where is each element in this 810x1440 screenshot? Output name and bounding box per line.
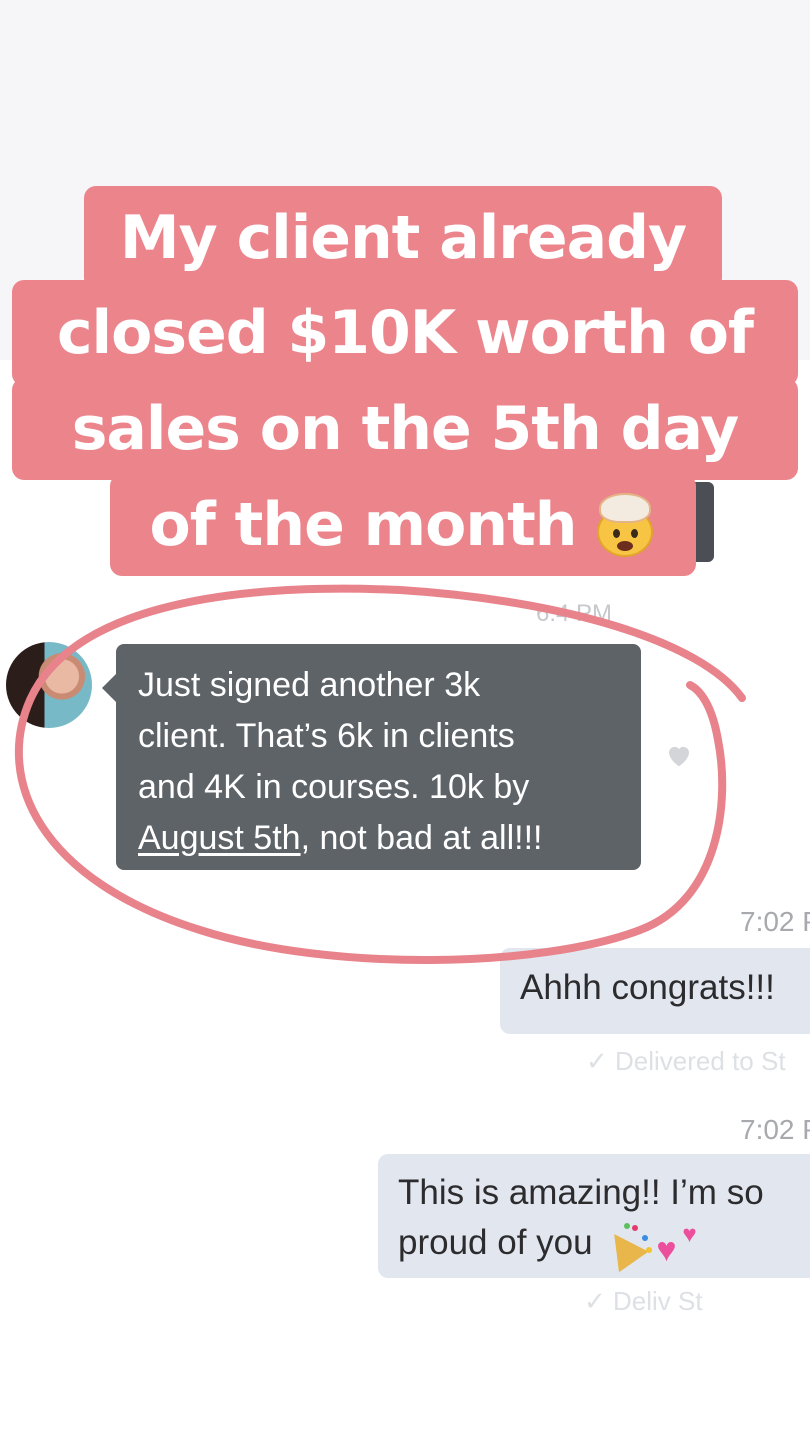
background-tab xyxy=(694,482,714,562)
message-text: Ahhh congrats!!! xyxy=(520,968,775,1007)
message-text: , not bad at all!!! xyxy=(300,819,543,857)
message-line: and 4K in courses. 10k by xyxy=(138,768,530,806)
faded-time: 6:4 PM xyxy=(536,600,613,627)
heart-icon[interactable] xyxy=(664,740,694,770)
party-popper-emoji xyxy=(599,1222,654,1272)
outgoing-message-bubble: Ahhh congrats!!! xyxy=(500,948,810,1034)
message-timestamp: 7:02 P xyxy=(740,906,810,937)
two-hearts-emoji: ♥ ♥ xyxy=(656,1220,697,1269)
incoming-message-bubble: Just signed another 3k client. That’s 6k… xyxy=(102,644,641,870)
message-line: client. That’s 6k in clients xyxy=(138,717,515,755)
date-link[interactable]: August 5th xyxy=(138,819,301,857)
message-line: August 5th, not bad at all!!! xyxy=(138,813,621,864)
contact-avatar[interactable] xyxy=(6,642,92,728)
message-line: This is amazing!! I’m so xyxy=(398,1173,764,1212)
caption-line: My client already xyxy=(84,186,722,290)
delivery-status: ✓ Deliv St xyxy=(584,1286,703,1316)
outgoing-message-bubble: This is amazing!! I’m so proud of you ♥ … xyxy=(378,1154,810,1278)
caption-line: closed $10K worth of xyxy=(12,280,798,386)
delivery-status: ✓ Delivered to St xyxy=(586,1046,786,1076)
checkmark-icon: ✓ xyxy=(586,1046,616,1076)
message-timestamp: 7:02 P xyxy=(740,1114,810,1145)
caption-line: sales on the 5th day xyxy=(12,378,798,480)
mind-blown-emoji xyxy=(593,493,657,557)
checkmark-icon: ✓ xyxy=(584,1286,614,1316)
message-line: proud of you ♥ ♥ xyxy=(398,1218,810,1272)
caption-line: of the month xyxy=(110,474,696,576)
message-line: Just signed another 3k xyxy=(138,666,481,704)
